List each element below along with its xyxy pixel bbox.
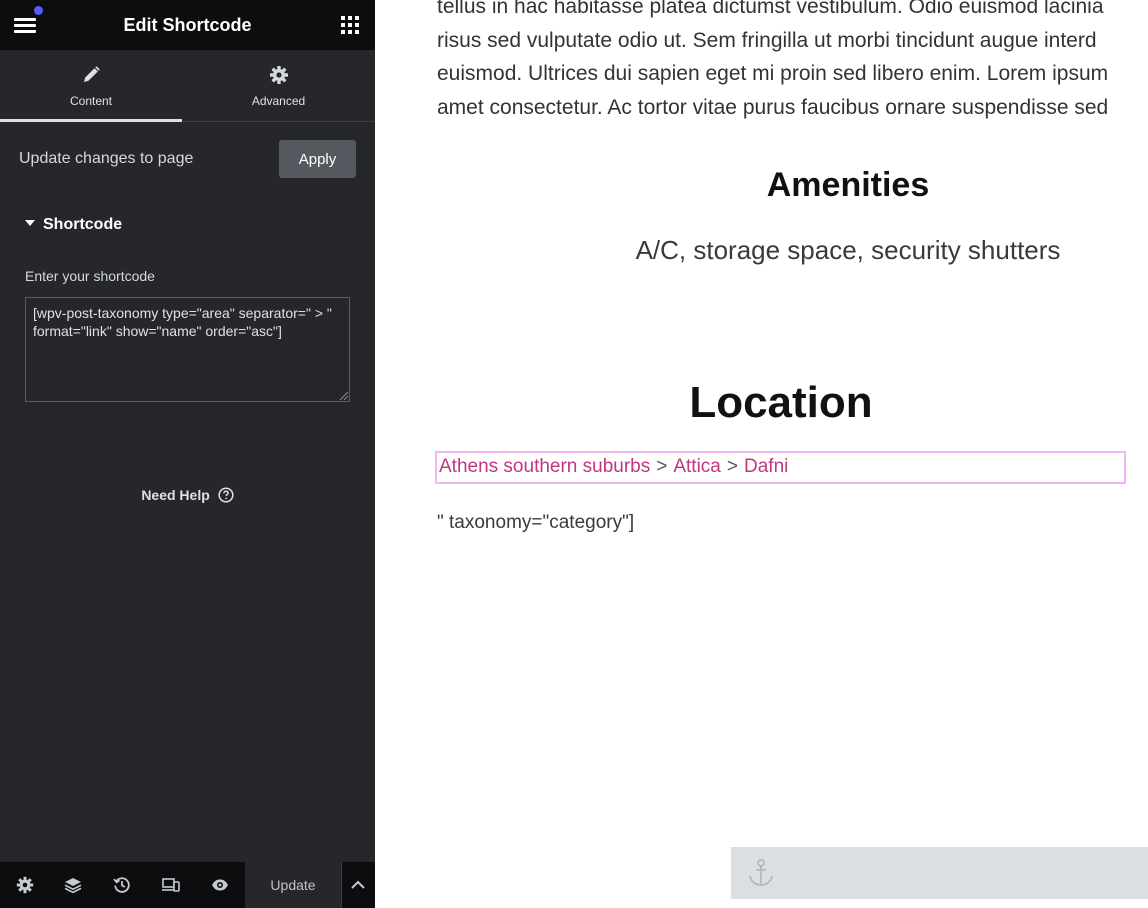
paragraph-line: risus sed vulputate odio ut. Sem fringil… <box>437 28 1097 52</box>
amenities-text: A/C, storage space, security shutters <box>635 235 1061 265</box>
shortcode-field-label: Enter your shortcode <box>25 268 155 284</box>
settings-icon[interactable] <box>16 876 34 894</box>
need-help-link[interactable]: Need Help <box>0 487 375 504</box>
location-taxonomy-widget[interactable]: Athens southern suburbs > Attica > Dafni <box>435 451 1126 484</box>
tab-content[interactable]: Content <box>0 50 182 122</box>
paragraph-line: tellus in hac habitasse platea dictumst … <box>437 0 1104 18</box>
layers-icon[interactable] <box>64 876 82 894</box>
history-icon[interactable] <box>113 876 131 894</box>
grid-apps-icon[interactable] <box>341 16 359 34</box>
need-help-label: Need Help <box>141 487 210 503</box>
page-preview: tellus in hac habitasse platea dictumst … <box>375 0 1148 908</box>
location-heading: Location <box>689 378 873 427</box>
anchor-icon[interactable] <box>747 858 775 888</box>
paragraph-line: euismod. Ultrices dui sapien eget mi pro… <box>437 62 1109 85</box>
taxonomy-separator: > <box>726 456 738 477</box>
taxonomy-link-dafni[interactable]: Dafni <box>744 456 788 477</box>
panel-header: Edit Shortcode <box>0 0 375 50</box>
panel-title: Edit Shortcode <box>123 15 252 35</box>
tab-advanced[interactable]: Advanced <box>182 50 375 122</box>
chevron-up-icon <box>351 880 365 889</box>
body-paragraph: tellus in hac habitasse platea dictumst … <box>437 0 1148 124</box>
shortcode-remainder-text: " taxonomy="category"] <box>437 512 635 533</box>
caret-down-icon <box>25 219 35 226</box>
shortcode-section-toggle[interactable]: Shortcode <box>25 216 122 234</box>
taxonomy-link-athens-southern-suburbs[interactable]: Athens southern suburbs <box>439 456 650 477</box>
pencil-icon <box>84 66 100 82</box>
editor-panel: Edit Shortcode Content Advanced Update c… <box>0 0 375 908</box>
gear-icon <box>269 66 288 84</box>
shortcode-textarea[interactable]: [wpv-post-taxonomy type="area" separator… <box>25 297 350 402</box>
eye-icon[interactable] <box>211 876 229 894</box>
update-button[interactable]: Update <box>245 862 341 908</box>
apply-button[interactable]: Apply <box>279 140 356 178</box>
amenities-heading: Amenities <box>766 166 930 204</box>
bottom-bar <box>731 847 1148 899</box>
taxonomy-link-attica[interactable]: Attica <box>673 456 721 477</box>
paragraph-line: amet consectetur. Ac tortor vitae purus … <box>437 95 1109 119</box>
notification-dot <box>34 6 43 15</box>
tab-advanced-label: Advanced <box>251 94 306 108</box>
section-title: Shortcode <box>43 216 123 233</box>
panel-footer: Update <box>0 862 375 908</box>
responsive-icon[interactable] <box>162 876 180 894</box>
taxonomy-separator: > <box>656 456 668 477</box>
question-circle-icon <box>218 487 234 503</box>
update-options-toggle[interactable] <box>341 862 375 908</box>
panel-tabs: Content Advanced <box>0 50 375 122</box>
update-changes-label: Update changes to page <box>19 150 194 167</box>
menu-icon[interactable] <box>14 6 43 35</box>
tab-content-label: Content <box>69 94 113 108</box>
